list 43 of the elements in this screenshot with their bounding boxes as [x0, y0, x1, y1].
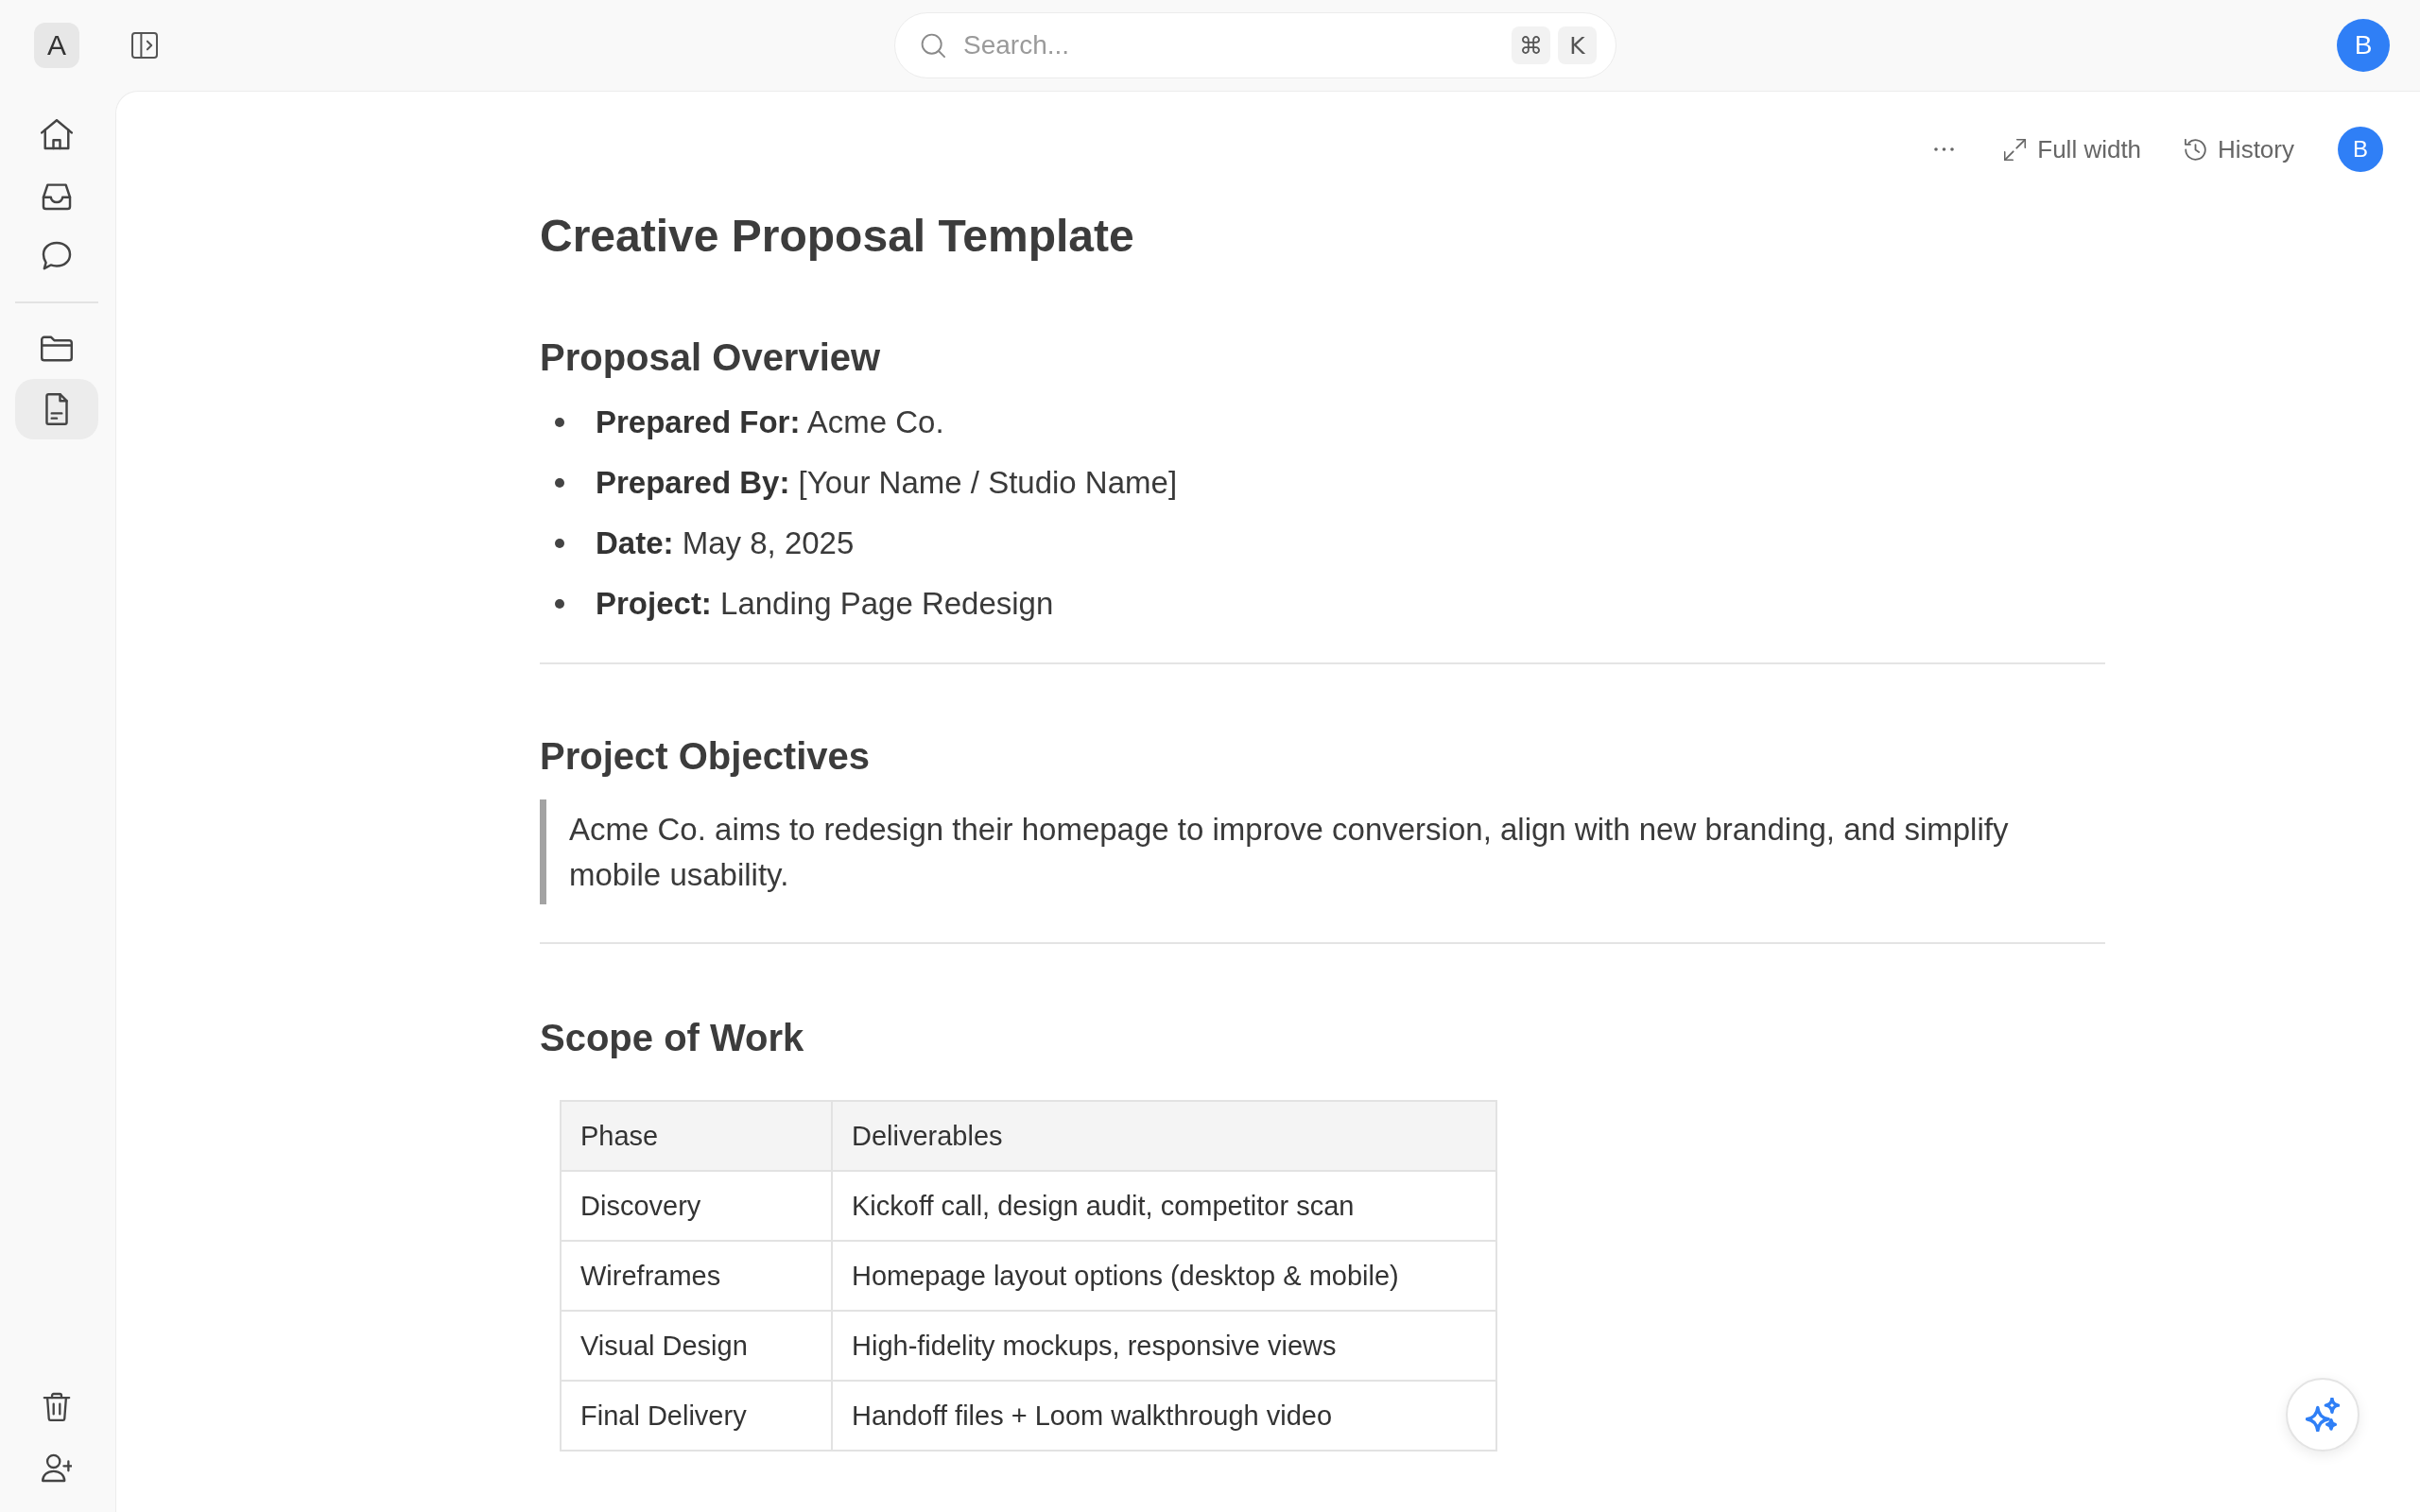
table-cell: Discovery [561, 1171, 832, 1241]
shortcut-key: ⌘ [1512, 26, 1550, 64]
table-cell: Wireframes [561, 1241, 832, 1311]
search-bar[interactable]: Search... ⌘ K [894, 12, 1616, 78]
history-icon [2185, 138, 2207, 161]
sidebar-toggle-icon[interactable] [131, 32, 158, 59]
sparkle-icon [2306, 1398, 2340, 1432]
document-title: Creative Proposal Template [540, 210, 1135, 263]
history-button[interactable]: History [2185, 134, 2294, 164]
chat-bubble-icon [41, 240, 73, 272]
search-field[interactable]: Search... [963, 26, 1494, 64]
bullet-icon [555, 478, 564, 488]
list-item: Prepared For: Acme Co. [596, 404, 944, 440]
bullet-icon [555, 418, 564, 427]
sidebar-item[interactable] [15, 379, 98, 439]
full-width-button[interactable]: Full width [2004, 134, 2142, 164]
user-avatar[interactable]: B [2338, 127, 2383, 172]
home-icon [41, 119, 73, 151]
section-heading: Project Objectives [540, 734, 872, 779]
list-item: Prepared By: [Your Name / Studio Name] [596, 465, 1178, 501]
table-header-cell: Phase [561, 1101, 832, 1171]
search-icon [921, 33, 945, 58]
section-heading: Proposal Overview [540, 335, 882, 380]
workspace-button[interactable]: A [34, 23, 79, 68]
table-cell: Handoff files + Loom walkthrough video [832, 1381, 1496, 1451]
table-cell: Visual Design [561, 1311, 832, 1381]
blockquote: Acme Co. aims to redesign their homepage to improve conversion, align with new branding, and simplify mobile usability. [540, 799, 2105, 904]
list-item: Project: Landing Page Redesign [596, 586, 1054, 622]
user-avatar[interactable]: B [2337, 19, 2390, 72]
shortcut-key: K [1558, 26, 1597, 64]
bullet-icon [555, 599, 564, 609]
table-header-cell: Deliverables [832, 1101, 1496, 1171]
table-cell: Kickoff call, design audit, competitor scan [832, 1171, 1496, 1241]
section-heading: Scope of Work [540, 1016, 805, 1060]
table-cell: Homepage layout options (desktop & mobile) [832, 1241, 1496, 1311]
table-cell: Final Delivery [561, 1381, 832, 1451]
trash-icon[interactable] [42, 1392, 72, 1422]
add-user-icon[interactable] [42, 1452, 72, 1483]
list-item: Date: May 8, 2025 [596, 525, 855, 561]
bullet-icon [555, 539, 564, 548]
table-cell: High-fidelity mockups, responsive views [832, 1311, 1496, 1381]
expand-icon [2004, 138, 2027, 161]
more-icon[interactable] [1934, 147, 1955, 151]
